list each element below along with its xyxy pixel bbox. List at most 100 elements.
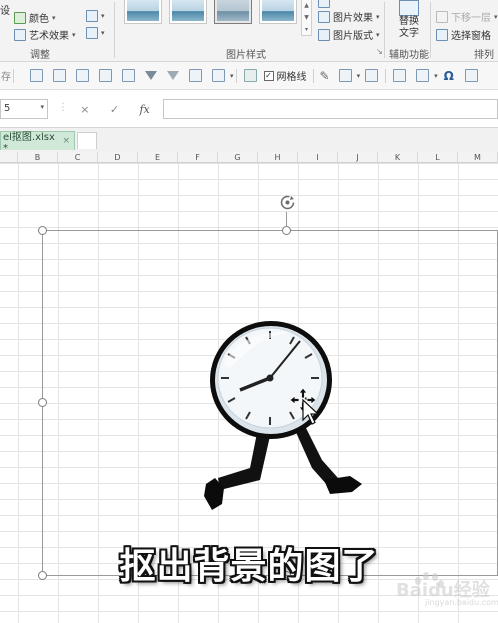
style-thumb-3[interactable] bbox=[214, 0, 252, 24]
picture-layout-label: 图片版式 bbox=[333, 31, 373, 42]
new-tab-button[interactable] bbox=[77, 132, 97, 149]
picture-border-button[interactable] bbox=[318, 0, 330, 8]
arrange-group-label: 排列 bbox=[474, 50, 494, 61]
group-divider bbox=[430, 2, 431, 58]
fx-icon[interactable]: fx bbox=[139, 103, 149, 116]
watermark-subtext: jingyan.baidu.com bbox=[425, 598, 498, 607]
picture-layout-button[interactable]: 图片版式 ▾ bbox=[318, 27, 380, 42]
resize-handle-top-middle[interactable] bbox=[282, 226, 291, 235]
selection-pane-label: 选择窗格 bbox=[451, 31, 491, 42]
rotate-handle-icon[interactable] bbox=[279, 194, 296, 211]
shape-icon[interactable] bbox=[416, 69, 430, 82]
gridlines-label: 网格线 bbox=[276, 72, 307, 83]
ribbon-partial-label: 设 bbox=[0, 6, 10, 17]
reset-picture-icon bbox=[86, 27, 98, 39]
column-header[interactable]: J bbox=[338, 152, 378, 163]
dialog-launcher-icon[interactable]: ↘ bbox=[376, 47, 383, 56]
name-box[interactable]: 5 ▾ bbox=[0, 99, 48, 119]
column-header[interactable]: C bbox=[58, 152, 98, 163]
column-header[interactable]: F bbox=[178, 152, 218, 163]
drag-dots-icon: ⋮ bbox=[58, 102, 68, 113]
column-headers: B C D E F G H I J K L M bbox=[0, 152, 498, 163]
save-partial[interactable]: 设 bbox=[0, 2, 10, 17]
close-icon[interactable]: × bbox=[62, 136, 70, 146]
filter-sort-icon[interactable] bbox=[122, 69, 135, 82]
omega-symbol-icon[interactable]: Ω bbox=[444, 69, 454, 83]
adjust-group-label: 调整 bbox=[30, 50, 50, 61]
chevron-down-icon[interactable]: ▾ bbox=[40, 103, 44, 111]
selection-pane-icon bbox=[436, 28, 448, 41]
send-backward-icon bbox=[436, 10, 448, 23]
compress-button[interactable]: ▾ bbox=[86, 10, 105, 22]
chevron-down-icon: ▾ bbox=[494, 12, 498, 21]
chevron-down-icon[interactable]: ▾ bbox=[434, 72, 438, 80]
column-header[interactable]: L bbox=[418, 152, 458, 163]
format-icon[interactable] bbox=[99, 69, 112, 82]
clock-with-legs-picture[interactable] bbox=[200, 318, 370, 513]
chevron-down-icon: ▾ bbox=[376, 12, 380, 21]
column-header[interactable]: D bbox=[98, 152, 138, 163]
chart-icon[interactable] bbox=[189, 69, 202, 82]
grid-icon[interactable] bbox=[243, 69, 257, 82]
assist-group-label: 辅助功能 bbox=[389, 50, 429, 61]
quick-toolbar: 存 ▾ ✓ 网格线 ✎ ▾ ▾ Ω bbox=[0, 62, 498, 90]
sort-icon[interactable] bbox=[53, 69, 66, 82]
image-icon[interactable] bbox=[365, 69, 379, 82]
enter-icon[interactable]: ✓ bbox=[110, 103, 119, 116]
column-header[interactable]: I bbox=[298, 152, 338, 163]
style-thumb-2[interactable] bbox=[169, 0, 207, 24]
chevron-down-icon[interactable]: ▾ bbox=[230, 72, 234, 80]
style-thumb-1[interactable] bbox=[124, 0, 162, 24]
document-tab-strip: el抠图.xlsx * × bbox=[0, 128, 498, 154]
column-header[interactable]: M bbox=[458, 152, 498, 163]
art-effect-icon bbox=[14, 28, 26, 41]
freeze-icon[interactable] bbox=[76, 69, 89, 82]
gridlines-toggle[interactable]: ✓ 网格线 bbox=[263, 68, 307, 83]
picture-effect-button[interactable]: 图片效果 ▾ bbox=[318, 9, 380, 24]
art-effect-label: 艺术效果 bbox=[29, 31, 69, 42]
ribbon: 设 颜色 ▾ 艺术效果 ▾ ▾ ▾ 调整 ▲ ▼ ▾ 图片效果 ▾ 图片版式 ▾ bbox=[0, 0, 498, 62]
picture-effect-label: 图片效果 bbox=[333, 13, 373, 24]
format-painter-icon[interactable]: ✎ bbox=[320, 69, 330, 83]
color-button[interactable]: 颜色 ▾ bbox=[14, 10, 56, 25]
resize-handle-middle-left[interactable] bbox=[38, 398, 47, 407]
column-header[interactable]: K bbox=[378, 152, 418, 163]
column-header[interactable]: H bbox=[258, 152, 298, 163]
formula-input[interactable] bbox=[163, 99, 498, 119]
rotate-connector bbox=[286, 212, 287, 227]
cancel-icon[interactable]: × bbox=[80, 103, 89, 116]
formula-actions: × ✓ fx bbox=[70, 99, 160, 119]
cell-style-icon[interactable] bbox=[338, 69, 352, 82]
save-partial-label[interactable]: 存 bbox=[1, 68, 11, 83]
replace-text-button[interactable]: 替换 文字 bbox=[392, 0, 426, 40]
select-all-corner[interactable] bbox=[0, 152, 18, 163]
reset-picture-button[interactable]: ▾ bbox=[86, 27, 105, 39]
right-leg bbox=[295, 428, 338, 486]
advanced-filter-icon[interactable] bbox=[167, 71, 179, 80]
send-backward-label: 下移一层 bbox=[451, 13, 491, 24]
filter-icon[interactable] bbox=[145, 71, 157, 80]
name-box-value: 5 bbox=[4, 103, 11, 114]
replace-text-label-1: 替换 bbox=[399, 16, 419, 27]
selection-pane-button[interactable]: 选择窗格 bbox=[436, 27, 491, 42]
gallery-scroll[interactable]: ▲ ▼ ▾ bbox=[301, 0, 312, 36]
chevron-down-icon[interactable]: ▾ bbox=[357, 72, 361, 80]
picture-border-icon bbox=[318, 0, 330, 8]
column-header[interactable]: B bbox=[18, 152, 58, 163]
file-tab[interactable]: el抠图.xlsx * × bbox=[0, 131, 75, 154]
gridlines-checkbox-icon[interactable]: ✓ bbox=[263, 70, 274, 81]
send-backward-button[interactable]: 下移一层 ▾ bbox=[436, 9, 498, 24]
pivot-icon[interactable] bbox=[212, 69, 225, 82]
style-thumb-4[interactable] bbox=[259, 0, 297, 24]
replace-text-label-2: 文字 bbox=[399, 28, 419, 39]
chevron-down-icon: ▾ bbox=[101, 29, 105, 37]
clock-center bbox=[266, 374, 274, 382]
picture-style-group-label: 图片样式 bbox=[226, 50, 266, 61]
column-header[interactable]: E bbox=[138, 152, 178, 163]
camera-icon[interactable] bbox=[393, 69, 407, 82]
table-icon[interactable] bbox=[30, 69, 43, 82]
resize-handle-top-left[interactable] bbox=[38, 226, 47, 235]
column-header[interactable]: G bbox=[218, 152, 258, 163]
more-icon[interactable] bbox=[464, 69, 478, 82]
art-effect-button[interactable]: 艺术效果 ▾ bbox=[14, 27, 76, 42]
